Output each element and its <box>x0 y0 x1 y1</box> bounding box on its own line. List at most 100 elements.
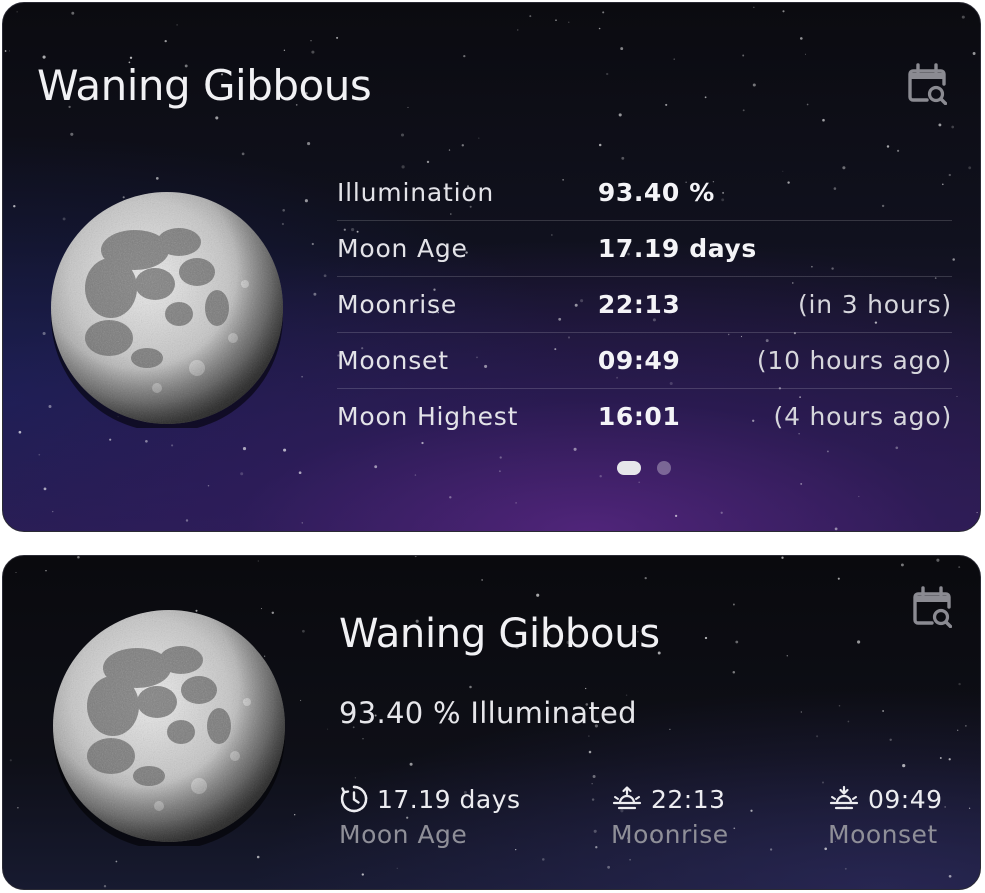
star <box>948 758 951 761</box>
stat-value: 09:49 <box>597 332 757 389</box>
star <box>588 750 592 754</box>
star <box>939 757 942 759</box>
star <box>735 640 739 644</box>
star <box>71 11 75 15</box>
star <box>301 522 303 524</box>
stat-value: 16:01 <box>597 388 757 444</box>
star <box>857 640 861 644</box>
stat-moon-age: 17.19 days Moon Age <box>339 782 521 850</box>
star <box>327 728 329 730</box>
star <box>115 860 118 863</box>
star <box>18 430 22 434</box>
star <box>620 47 624 51</box>
star <box>555 19 557 21</box>
star <box>948 874 952 878</box>
star <box>886 145 890 148</box>
star <box>17 807 19 809</box>
star <box>938 123 942 127</box>
star <box>720 511 723 514</box>
star <box>902 764 906 768</box>
star <box>958 566 961 569</box>
star <box>951 125 955 129</box>
stat-label: Moon Age <box>337 220 598 277</box>
star <box>742 109 745 112</box>
star <box>834 527 838 531</box>
star <box>515 848 517 851</box>
star <box>968 807 971 809</box>
calendar-search-icon[interactable] <box>912 584 952 628</box>
stat-label: Illumination <box>337 178 495 207</box>
star <box>665 103 668 106</box>
star <box>844 867 847 870</box>
star <box>145 439 148 443</box>
star <box>895 446 899 450</box>
star <box>257 560 259 562</box>
moon-stats-table: Illumination 93.40 % Moon Age 17.19 days… <box>337 165 952 444</box>
star <box>753 6 755 8</box>
star <box>602 11 605 14</box>
star <box>298 471 302 475</box>
star <box>8 50 11 52</box>
star <box>42 331 46 336</box>
illumination-text: 93.40 % Illuminated <box>339 696 637 730</box>
star <box>837 577 840 580</box>
stat-relative: (in 3 hours) <box>756 276 952 333</box>
star <box>806 103 809 106</box>
star <box>311 50 315 54</box>
stat-row-illumination: Illumination 93.40 % <box>337 165 952 221</box>
star <box>77 556 80 559</box>
star <box>585 687 587 690</box>
star <box>618 113 622 117</box>
star <box>42 55 46 59</box>
star <box>215 116 219 120</box>
star <box>313 292 317 296</box>
star <box>804 53 807 55</box>
star <box>302 629 305 633</box>
stat-label: Moonrise <box>337 276 598 333</box>
star <box>669 728 671 731</box>
stat-value: 93.40 % <box>597 178 715 207</box>
star <box>374 465 378 469</box>
star <box>889 738 892 742</box>
stat-moonset: 09:49 Moonset <box>828 782 943 850</box>
star <box>43 487 47 491</box>
star <box>241 152 245 156</box>
star <box>155 177 159 180</box>
star <box>463 54 466 58</box>
moon-widget-medium[interactable]: Waning Gibbous 93.40 % Illuminated 17.19… <box>2 555 981 890</box>
star <box>782 10 785 13</box>
star <box>461 144 464 147</box>
star <box>240 472 244 476</box>
stat-relative: (4 hours ago) <box>756 388 952 444</box>
star <box>732 603 735 606</box>
stat-value: 22:13 <box>597 276 757 333</box>
star <box>242 447 247 451</box>
star <box>824 847 828 851</box>
page-dot-1[interactable] <box>617 461 641 475</box>
star <box>256 855 260 859</box>
star <box>311 242 314 246</box>
star <box>45 570 47 572</box>
page-dot-2[interactable] <box>657 461 671 475</box>
star <box>800 711 802 713</box>
star <box>704 636 708 640</box>
star <box>542 858 545 861</box>
star <box>164 39 167 43</box>
star <box>800 482 803 485</box>
star <box>936 558 940 562</box>
star <box>591 783 593 785</box>
star <box>354 777 356 779</box>
star <box>481 579 483 581</box>
star <box>944 806 946 808</box>
star <box>362 738 364 740</box>
stat-moonrise: 22:13 Moonrise <box>611 782 729 850</box>
stat-relative <box>757 165 952 221</box>
star <box>185 519 189 522</box>
star <box>674 514 678 518</box>
star <box>300 699 302 702</box>
calendar-search-icon[interactable] <box>907 61 947 105</box>
star <box>838 704 841 707</box>
moon-widget-large[interactable]: Waning Gibbous Illumination 93.40 % Moon… <box>2 2 981 532</box>
stat-row-moonrise: Moonrise 22:13 (in 3 hours) <box>337 276 952 333</box>
star <box>414 474 417 476</box>
